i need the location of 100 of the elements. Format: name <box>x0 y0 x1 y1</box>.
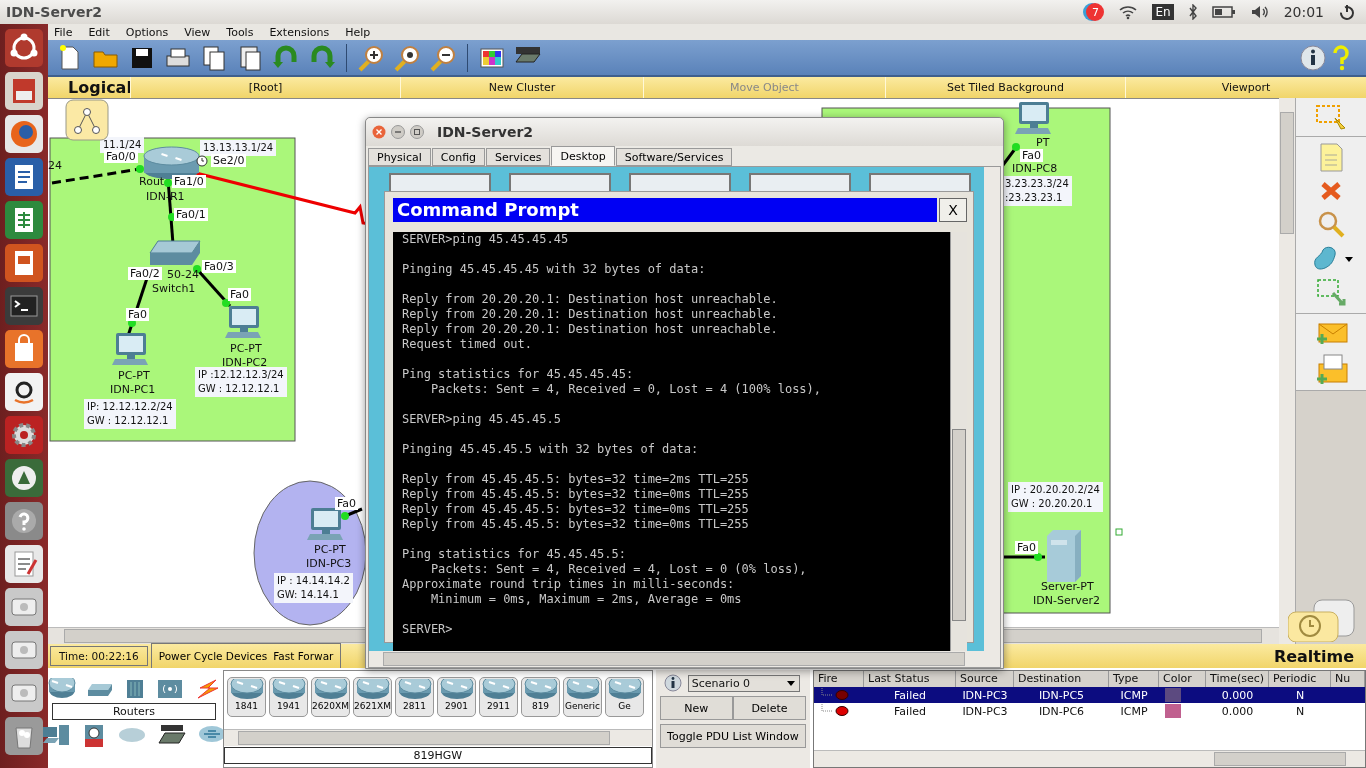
close-icon[interactable] <box>372 125 386 139</box>
column-header[interactable]: Time(sec) <box>1206 671 1269 687</box>
switch-icon[interactable] <box>148 239 202 267</box>
sim-button[interactable]: Fast Forwar <box>270 647 337 665</box>
shopping-bag-icon[interactable] <box>4 329 44 369</box>
column-header[interactable]: Source <box>956 671 1014 687</box>
terminal-icon[interactable] <box>4 286 44 326</box>
computer-icon[interactable] <box>225 304 263 340</box>
column-header[interactable]: Fire <box>814 671 864 687</box>
vertical-scrollbar[interactable] <box>1279 98 1296 644</box>
menu-item[interactable]: Edit <box>88 25 110 39</box>
toggle-pdu-button[interactable]: Toggle PDU List Window <box>659 724 806 748</box>
device-model-button[interactable]: 2620XM <box>311 677 350 717</box>
power-icon[interactable] <box>1338 3 1356 21</box>
end-devices-icon[interactable] <box>41 723 71 747</box>
logical-tab[interactable]: Logical <box>48 78 130 97</box>
device-model-button[interactable]: Ge <box>605 677 644 717</box>
ubuntu-logo-icon[interactable] <box>4 28 44 68</box>
device-model-button[interactable]: 2811 <box>395 677 434 717</box>
tab[interactable]: Desktop <box>551 146 615 166</box>
table-cell-text: ICMP <box>1119 704 1149 718</box>
resize-icon[interactable] <box>1315 277 1347 309</box>
column-header[interactable]: Color <box>1159 671 1206 687</box>
bluetooth-icon[interactable] <box>1187 4 1198 20</box>
info-icon[interactable] <box>663 674 682 692</box>
device-model-button[interactable]: 1941 <box>269 677 308 717</box>
info-icon[interactable] <box>1300 44 1326 71</box>
tab[interactable]: Physical <box>368 148 431 166</box>
horizontal-scrollbar[interactable] <box>814 750 1365 767</box>
drive-icon[interactable] <box>4 630 44 670</box>
desktop-app-icon[interactable] <box>509 173 611 191</box>
desktop-app-icon[interactable] <box>629 173 731 191</box>
horizontal-scrollbar[interactable] <box>224 729 652 746</box>
volume-icon[interactable] <box>1249 4 1270 20</box>
document-icon[interactable] <box>4 157 44 197</box>
topology-icon[interactable] <box>65 99 109 141</box>
battery-icon[interactable] <box>1211 6 1236 18</box>
port-label: Se2/0 <box>211 154 247 167</box>
dialog-title: IDN-Server2 <box>437 124 534 140</box>
text-editor-icon[interactable] <box>4 544 44 584</box>
tab[interactable]: Services <box>486 148 551 166</box>
sim-button[interactable]: Power Cycle Devices <box>155 647 271 665</box>
router-icon <box>397 679 432 701</box>
menu-item[interactable]: Help <box>345 25 371 39</box>
scenario-dropdown[interactable]: Scenario 0 <box>687 674 800 692</box>
vertical-scrollbar[interactable] <box>984 167 1000 651</box>
port-label: Fa0/2 <box>128 267 162 280</box>
notification-badge[interactable]: 7 <box>1086 3 1105 21</box>
spreadsheet-icon[interactable] <box>4 200 44 240</box>
menu-item[interactable]: Options <box>125 25 169 39</box>
update-icon[interactable] <box>4 458 44 498</box>
menu-item[interactable]: Extensions <box>269 25 330 39</box>
file-cabinet-icon[interactable] <box>4 71 44 111</box>
trash-icon[interactable] <box>4 716 44 756</box>
column-header[interactable]: Type <box>1109 671 1159 687</box>
desktop-app-icon[interactable] <box>749 173 851 191</box>
keyboard-indicator[interactable]: En <box>1152 4 1174 20</box>
pdu-row[interactable]: Failed IDN-PC3 IDN-PC5 ICMP 0.000 N <box>814 687 1365 703</box>
presentation-icon[interactable] <box>4 243 44 283</box>
minimize-icon[interactable] <box>391 125 405 139</box>
column-header[interactable]: Last Status <box>864 671 956 687</box>
desktop-app-icon[interactable] <box>869 173 971 191</box>
store-icon[interactable] <box>4 372 44 412</box>
maximize-icon[interactable] <box>410 125 424 139</box>
wireless-icon[interactable] <box>156 678 184 700</box>
scenario-button[interactable]: New <box>659 696 733 720</box>
device-model-button[interactable]: 2901 <box>437 677 476 717</box>
settings-icon[interactable] <box>4 415 44 455</box>
realtime-tab[interactable]: Realtime <box>1273 646 1354 666</box>
resize-handle[interactable] <box>1115 528 1123 536</box>
router-icon[interactable] <box>48 678 76 700</box>
drive-icon[interactable] <box>4 587 44 627</box>
browser-icon[interactable] <box>4 114 44 154</box>
pdu-row[interactable]: Failed IDN-PC3 IDN-PC6 ICMP 0.000 N <box>814 703 1365 719</box>
column-header[interactable]: Nu <box>1331 671 1365 687</box>
device-model-button[interactable]: 2621XM <box>353 677 392 717</box>
scenario-button[interactable]: Delete <box>732 696 806 720</box>
hub-icon[interactable] <box>124 678 146 700</box>
column-header[interactable]: Periodic <box>1269 671 1331 687</box>
computer-icon[interactable] <box>1015 100 1053 136</box>
device-model-button[interactable]: Generic <box>563 677 602 717</box>
tab[interactable]: Software/Services <box>615 148 733 166</box>
router-icon <box>355 679 390 701</box>
menu-item[interactable]: File <box>54 25 73 39</box>
close-button[interactable]: X <box>939 198 967 222</box>
drive-icon[interactable] <box>4 673 44 713</box>
search-icon[interactable] <box>1316 209 1346 239</box>
help-icon[interactable] <box>4 501 44 541</box>
clock[interactable]: 20:01 <box>1283 4 1324 20</box>
menu-item[interactable]: Tools <box>226 25 254 39</box>
column-header[interactable]: Destination <box>1014 671 1109 687</box>
device-model-button[interactable]: 2911 <box>479 677 518 717</box>
tab[interactable]: Config <box>431 148 486 166</box>
computer-icon[interactable] <box>307 506 345 542</box>
menu-item[interactable]: View <box>184 25 211 39</box>
device-model-button[interactable]: 1841 <box>227 677 266 717</box>
desktop-app-icon[interactable] <box>389 173 491 191</box>
computer-icon[interactable] <box>112 331 150 367</box>
device-model-button[interactable]: 819 <box>521 677 560 717</box>
wifi-icon[interactable] <box>1118 4 1139 20</box>
